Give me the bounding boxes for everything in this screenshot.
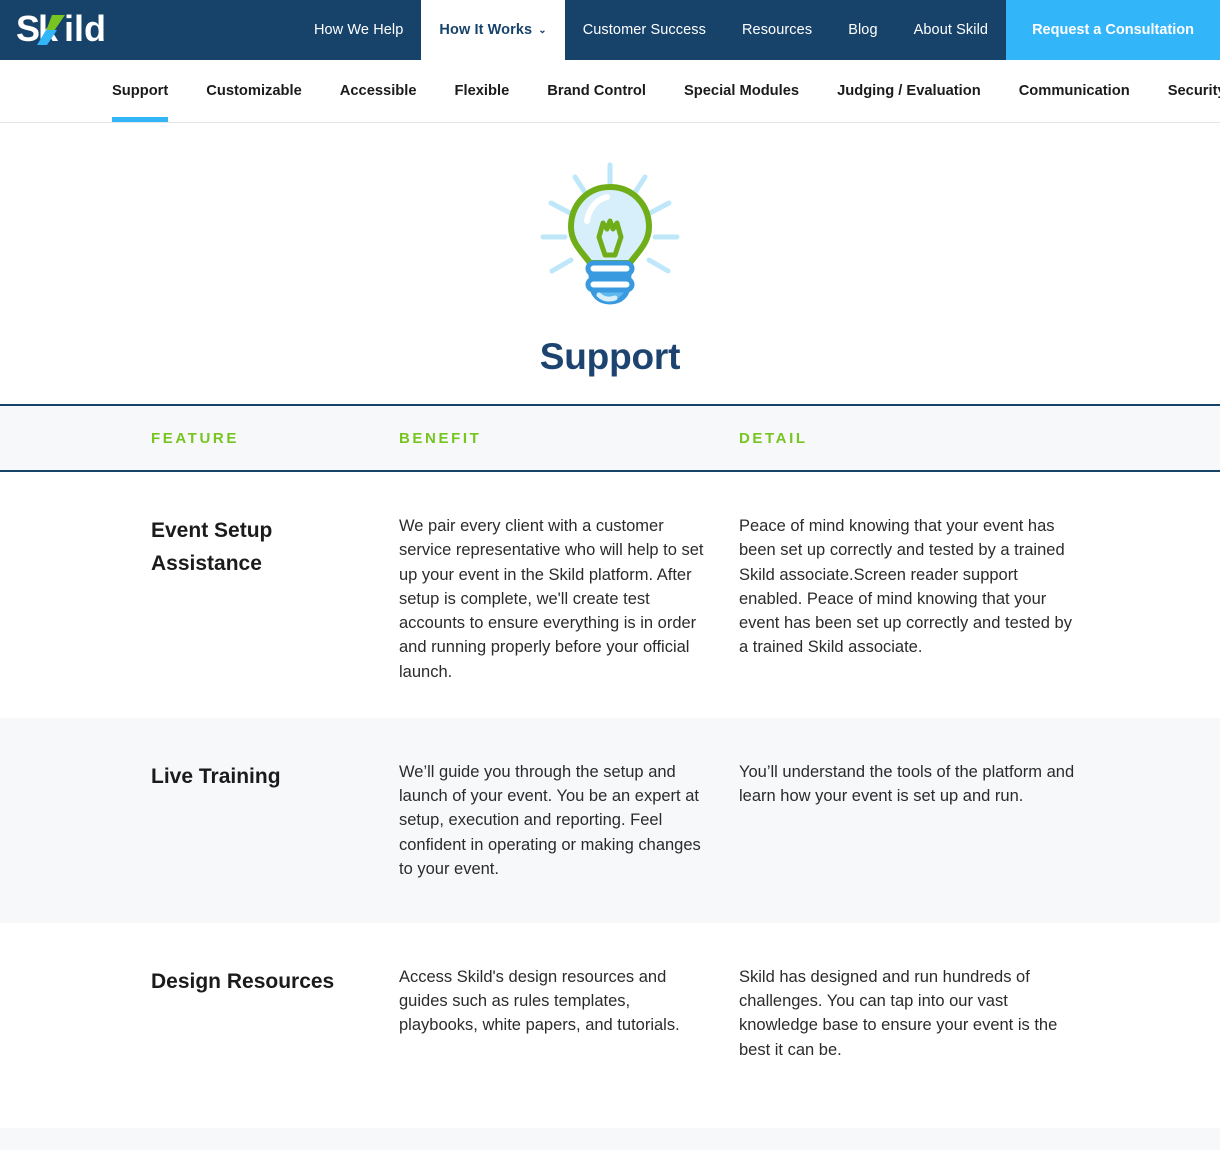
subnav-item-communication[interactable]: Communication [1019, 60, 1130, 122]
cta-label: Request a Consultation [1032, 22, 1194, 38]
subnav-item-judging-evaluation[interactable]: Judging / Evaluation [837, 60, 981, 122]
subnav-item-accessible[interactable]: Accessible [340, 60, 417, 122]
subnav-label: Judging / Evaluation [837, 83, 981, 99]
row-detail-text: Skild has designed and run hundreds of c… [739, 967, 1058, 1059]
svg-text:ild: ild [64, 11, 106, 49]
page-title: Support [539, 336, 681, 377]
subnav-label: Communication [1018, 83, 1130, 99]
row-feature-title: Design Resources [151, 969, 335, 993]
primary-nav: How We Help How It Works ⌄ Customer Succ… [296, 0, 1220, 60]
hero-section: Support [0, 123, 1220, 404]
column-header-benefit: BENEFIT [399, 429, 482, 447]
site-logo[interactable]: S k ild [0, 0, 296, 60]
row-benefit-text: We’ll guide you through the setup and la… [399, 762, 701, 878]
nav-label: Resources [741, 22, 813, 38]
secondary-nav: Support Customizable Accessible Flexible… [0, 60, 1220, 123]
subnav-item-customizable[interactable]: Customizable [206, 60, 301, 122]
nav-item-how-we-help[interactable]: How We Help [296, 0, 421, 60]
nav-item-customer-success[interactable]: Customer Success [565, 0, 724, 60]
subnav-label: Accessible [339, 83, 417, 99]
subnav-item-security[interactable]: Security [1168, 60, 1220, 122]
row-detail-text: You’ll understand the tools of the platf… [739, 762, 1075, 805]
nav-item-blog[interactable]: Blog [830, 0, 895, 60]
nav-label: About Skild [913, 22, 989, 38]
subnav-label: Customizable [206, 83, 302, 99]
table-header-row: FEATURE BENEFIT DETAIL [0, 404, 1220, 472]
nav-label: How We Help [313, 22, 404, 38]
column-header-detail: DETAIL [739, 429, 808, 447]
feature-table: FEATURE BENEFIT DETAIL Event Setup Assis… [0, 404, 1220, 1150]
svg-text:S: S [16, 11, 40, 49]
subnav-item-support[interactable]: Support [112, 60, 169, 122]
subnav-item-special-modules[interactable]: Special Modules [684, 60, 799, 122]
table-row: Live Training We’ll guide you through th… [0, 717, 1220, 923]
top-navigation-bar: S k ild How We Help How It Works ⌄ Custo… [0, 0, 1220, 60]
request-consultation-button[interactable]: Request a Consultation [1006, 0, 1220, 60]
table-row: Unlimited We don't believe you should be… [0, 1127, 1220, 1150]
subnav-label: Flexible [454, 83, 510, 99]
nav-label: Customer Success [582, 22, 706, 38]
nav-item-how-it-works[interactable]: How It Works ⌄ [421, 0, 565, 60]
subnav-label: Support [112, 83, 169, 99]
nav-label: Blog [848, 22, 878, 38]
subnav-label: Special Modules [683, 83, 800, 99]
subnav-item-brand-control[interactable]: Brand Control [547, 60, 646, 122]
lightbulb-icon [535, 159, 685, 314]
table-row: Event Setup Assistance We pair every cli… [0, 472, 1220, 718]
skild-logo-icon: S k ild [16, 11, 106, 49]
row-benefit-text: We pair every client with a customer ser… [399, 517, 704, 681]
subnav-label: Security [1167, 83, 1220, 99]
row-feature-title: Event Setup Assistance [151, 519, 273, 576]
row-benefit-text: Access Skild's design resources and guid… [399, 967, 680, 1035]
nav-item-resources[interactable]: Resources [724, 0, 830, 60]
subnav-item-flexible[interactable]: Flexible [455, 60, 510, 122]
column-header-feature: FEATURE [151, 429, 239, 447]
nav-label: How It Works [439, 22, 533, 38]
nav-item-about-skild[interactable]: About Skild [896, 0, 1006, 60]
row-detail-text: Peace of mind knowing that your event ha… [739, 517, 1072, 657]
subnav-label: Brand Control [547, 83, 646, 99]
chevron-down-icon: ⌄ [538, 25, 547, 36]
table-row: Design Resources Access Skild's design r… [0, 923, 1220, 1128]
row-feature-title: Live Training [151, 764, 281, 788]
